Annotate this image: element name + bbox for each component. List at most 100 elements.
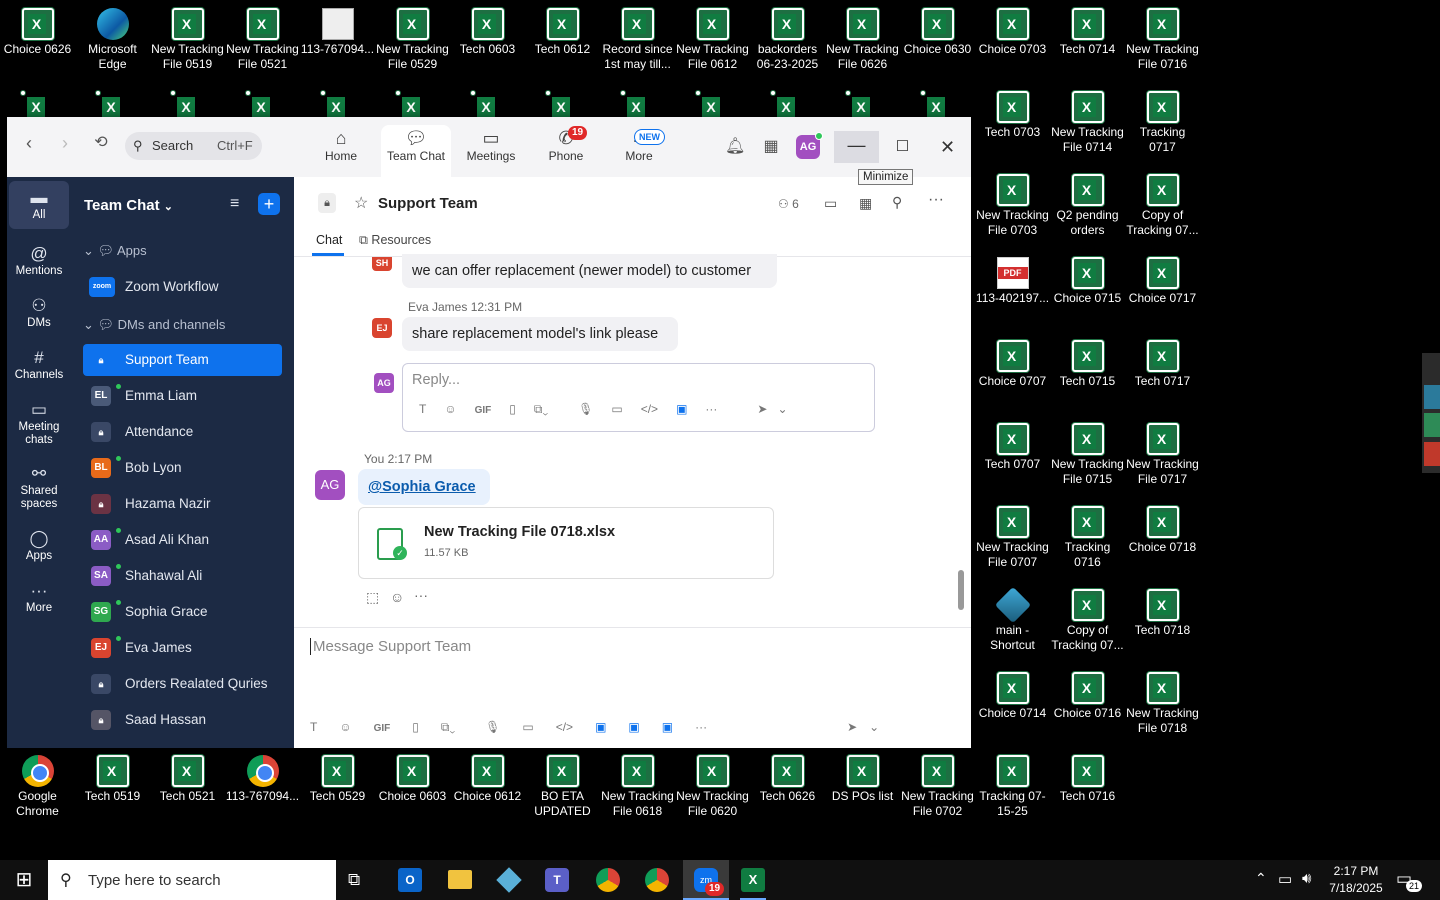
desktop-icon[interactable]: Tech 0716 bbox=[1050, 755, 1125, 804]
desktop-icon[interactable]: Tracking 0717 bbox=[1125, 91, 1200, 155]
tab-resources[interactable]: ⧉ Resources bbox=[359, 233, 431, 248]
desktop-icon[interactable]: New Tracking File 0717 bbox=[1125, 423, 1200, 487]
channel-item[interactable]: AA Asad Ali Khan bbox=[83, 524, 282, 556]
more-icon[interactable]: ··· bbox=[705, 402, 717, 416]
desktop-icon[interactable]: Record since 1st may till... bbox=[600, 8, 675, 72]
tab-chat[interactable]: Chat bbox=[316, 233, 342, 247]
desktop-icon[interactable]: main - Shortcut bbox=[975, 586, 1050, 653]
taskbar-search[interactable]: ⚲ Type here to search bbox=[48, 860, 336, 900]
filter-icon[interactable]: ≡ bbox=[230, 195, 239, 213]
desktop-icon[interactable]: New Tracking File 0715 bbox=[1050, 423, 1125, 487]
file-icon[interactable]: ▯ bbox=[412, 720, 419, 734]
desktop-icon[interactable]: New Tracking File 0529 bbox=[375, 8, 450, 72]
channel-item[interactable]: 🔒︎ Saad Hassan bbox=[83, 704, 282, 736]
search-icon[interactable]: ⚲ bbox=[892, 194, 902, 211]
send-options-icon[interactable]: ⌄ bbox=[869, 720, 879, 734]
search-box[interactable]: ⚲ Search Ctrl+F bbox=[125, 132, 262, 160]
calendar-icon[interactable]: ▦ bbox=[761, 137, 781, 157]
dms-section[interactable]: ⌄ 💬︎ DMs and channels bbox=[83, 317, 225, 333]
channel-item[interactable]: SG Sophia Grace bbox=[83, 596, 282, 628]
send-icon[interactable]: ➤ bbox=[847, 720, 857, 734]
history-icon[interactable]: ⟲ bbox=[91, 133, 111, 153]
code-icon[interactable]: </> bbox=[641, 402, 658, 416]
app-icon[interactable]: ▣ bbox=[595, 720, 606, 734]
video-message-icon[interactable]: ▭ bbox=[522, 720, 533, 734]
desktop-icon[interactable]: New Tracking File 0521 bbox=[225, 8, 300, 72]
desktop-icon[interactable]: Choice 0717 bbox=[1125, 257, 1200, 306]
rail-item-shared-spaces[interactable]: ⚯ Shared spaces bbox=[9, 457, 69, 511]
desktop-icon[interactable]: New Tracking File 0716 bbox=[1125, 8, 1200, 72]
rail-item-meeting-chats[interactable]: ▭ Meeting chats bbox=[9, 393, 69, 447]
desktop-icon[interactable]: Tech 0603 bbox=[450, 8, 525, 57]
desktop-icon[interactable]: Choice 0715 bbox=[1050, 257, 1125, 306]
message-more-icon[interactable]: ··· bbox=[414, 587, 428, 603]
desktop-icon[interactable]: New Tracking File 0618 bbox=[600, 755, 675, 819]
desktop-icon[interactable]: Tracking 0716 bbox=[1050, 506, 1125, 570]
microphone-icon[interactable]: 🎙︎ bbox=[485, 720, 500, 734]
tab-meetings[interactable]: ▭ Meetings bbox=[456, 125, 526, 177]
channel-title[interactable]: Support Team bbox=[378, 195, 478, 212]
tab-home[interactable]: ⌂ Home bbox=[306, 125, 376, 177]
more-options-icon[interactable]: ··· bbox=[928, 191, 944, 209]
desktop-icon[interactable]: Choice 0718 bbox=[1125, 506, 1200, 555]
desktop-icon[interactable]: Choice 0626 bbox=[0, 8, 75, 57]
forward-arrow-icon[interactable]: › bbox=[55, 133, 75, 153]
tab-team-chat[interactable]: 💬︎ Team Chat bbox=[381, 125, 451, 177]
excel-taskbar-icon[interactable]: X bbox=[741, 868, 765, 892]
channel-item[interactable]: BL Bob Lyon bbox=[83, 452, 282, 484]
star-icon[interactable]: ☆ bbox=[354, 193, 368, 213]
desktop-icon[interactable]: New Tracking File 0714 bbox=[1050, 91, 1125, 155]
desktop-icon[interactable]: 113-767094... bbox=[300, 8, 375, 57]
desktop-icon[interactable]: Tech 0521 bbox=[150, 755, 225, 804]
volume-icon[interactable]: 🔊︎ bbox=[1302, 870, 1311, 887]
desktop-icon[interactable]: Google Chrome bbox=[0, 755, 75, 819]
desktop-icon[interactable]: New Tracking File 0612 bbox=[675, 8, 750, 72]
rail-item-dms[interactable]: ⚇ DMs bbox=[9, 289, 69, 330]
close-button[interactable]: ✕ bbox=[925, 131, 970, 163]
desktop-icon[interactable]: BO ETA UPDATED bbox=[525, 755, 600, 819]
minimize-button[interactable]: — bbox=[834, 131, 879, 163]
desktop-icon[interactable]: Choice 0603 bbox=[375, 755, 450, 804]
text-format-icon[interactable]: T bbox=[419, 402, 426, 416]
add-reaction-icon[interactable]: ☺ bbox=[390, 589, 404, 605]
channel-item[interactable]: EL Emma Liam bbox=[83, 380, 282, 412]
channel-item[interactable]: EJ Eva James bbox=[83, 632, 282, 664]
start-button[interactable]: ⊞ bbox=[0, 860, 48, 900]
code-icon[interactable]: </> bbox=[556, 720, 573, 734]
tab-phone[interactable]: ✆ Phone 19 bbox=[531, 125, 601, 177]
chrome-profile-icon[interactable] bbox=[645, 868, 669, 892]
rail-item-all[interactable]: ▬ All bbox=[9, 181, 69, 229]
desktop-icon[interactable]: Tech 0717 bbox=[1125, 340, 1200, 389]
desktop-icon[interactable]: Tech 0718 bbox=[1125, 589, 1200, 638]
desktop-icon[interactable]: Copy of Tracking 07... bbox=[1050, 589, 1125, 653]
calendar-icon[interactable]: ▦ bbox=[859, 195, 872, 212]
desktop-icon[interactable]: Tech 0612 bbox=[525, 8, 600, 57]
task-view-icon[interactable]: ⧉ bbox=[348, 870, 360, 890]
desktop-icon[interactable]: Microsoft Edge bbox=[75, 8, 150, 72]
desktop-icon[interactable]: Choice 0714 bbox=[975, 672, 1050, 721]
app-diamond-icon[interactable] bbox=[496, 867, 522, 893]
channel-item[interactable]: 🔒︎ Support Team bbox=[83, 344, 282, 376]
desktop-icon[interactable]: New Tracking File 0707 bbox=[975, 506, 1050, 570]
members-count[interactable]: ⚇ 6 bbox=[778, 197, 799, 211]
maximize-button[interactable]: ☐ bbox=[880, 131, 925, 163]
desktop-icon[interactable]: Tech 0519 bbox=[75, 755, 150, 804]
channel-item[interactable]: SA Shahawal Ali bbox=[83, 560, 282, 592]
desktop-icon[interactable]: Choice 0703 bbox=[975, 8, 1050, 57]
video-message-icon[interactable]: ▭ bbox=[611, 402, 622, 416]
desktop-icon[interactable]: Choice 0716 bbox=[1050, 672, 1125, 721]
apps-section[interactable]: ⌄ 💬︎ Apps bbox=[83, 243, 147, 259]
mention-link[interactable]: @Sophia Grace bbox=[358, 469, 490, 505]
desktop-icon[interactable]: Choice 0612 bbox=[450, 755, 525, 804]
desktop-icon[interactable]: backorders 06-23-2025 bbox=[750, 8, 825, 72]
rail-item-apps[interactable]: ◯ Apps bbox=[9, 522, 69, 563]
panel-title[interactable]: Team Chat ⌄ bbox=[84, 197, 173, 214]
notification-icon[interactable]: ▭ 21 bbox=[1396, 869, 1423, 892]
chrome-icon[interactable] bbox=[596, 868, 620, 892]
reply-box[interactable]: Reply... T ☺ GIF ▯ ⧉⌄ 🎙︎ ▭ </> ▣ ··· ➤ ⌄ bbox=[402, 363, 875, 432]
app-icon[interactable]: ▣ bbox=[628, 720, 639, 734]
desktop-icon[interactable]: Tech 0707 bbox=[975, 423, 1050, 472]
desktop-icon[interactable]: New Tracking File 0703 bbox=[975, 174, 1050, 238]
desktop-icon[interactable]: Tech 0714 bbox=[1050, 8, 1125, 57]
rail-item-channels[interactable]: # Channels bbox=[9, 341, 69, 382]
